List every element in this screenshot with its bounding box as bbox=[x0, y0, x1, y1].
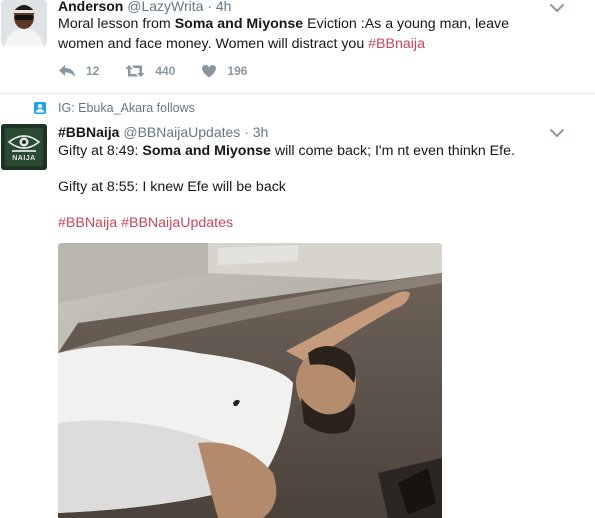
context-text[interactable]: IG: Ebuka_Akara follows bbox=[58, 101, 195, 115]
retweet-icon bbox=[125, 65, 145, 77]
tweet-hashtags: #BBNaija #BBNaijaUpdates bbox=[58, 213, 538, 233]
tweet-text: Moral lesson from Soma and Miyonse Evict… bbox=[58, 14, 528, 54]
tweet-text-part: Gifty at 8:49: bbox=[58, 143, 143, 159]
avatar[interactable]: NAIJA bbox=[1, 124, 47, 170]
reply-icon bbox=[59, 65, 75, 77]
chevron-down-icon[interactable] bbox=[549, 127, 565, 139]
follow-context: IG: Ebuka_Akara follows bbox=[34, 101, 195, 115]
hashtag-link[interactable]: #BBNaijaUpdates bbox=[121, 215, 233, 231]
tweet-text-part: will come back; I'm nt even thinkn Efe. bbox=[270, 143, 515, 159]
tweet-actions: 12 440 196 bbox=[58, 64, 273, 78]
like-count: 196 bbox=[227, 64, 248, 78]
reply-button[interactable]: 12 bbox=[58, 64, 99, 78]
retweet-count: 440 bbox=[155, 64, 176, 78]
timestamp[interactable]: 4h bbox=[216, 0, 232, 14]
tweet-header: Anderson @LazyWrita · 4h bbox=[58, 0, 231, 15]
tweet-text-bold: Soma and Miyonse bbox=[142, 143, 271, 159]
tweet-paragraph: Gifty at 8:49: Soma and Miyonse will com… bbox=[58, 141, 538, 161]
tweet-header: #BBNaija @BBNaijaUpdates · 3h bbox=[58, 123, 268, 141]
avatar-badge-text: NAIJA bbox=[12, 155, 36, 162]
reply-count: 12 bbox=[86, 64, 100, 78]
tweet-paragraph: Gifty at 8:55: I knew Efe will be back bbox=[58, 179, 286, 195]
heart-icon bbox=[202, 65, 217, 78]
retweet-button[interactable]: 440 bbox=[125, 64, 175, 78]
display-name[interactable]: Anderson bbox=[58, 0, 123, 14]
tweet-anderson[interactable]: Anderson @LazyWrita · 4h Moral lesson fr… bbox=[0, 0, 595, 94]
like-button[interactable]: 196 bbox=[201, 64, 247, 78]
user-handle[interactable]: @BBNaijaUpdates bbox=[123, 124, 240, 140]
tweet-text-part: Moral lesson from bbox=[58, 16, 175, 32]
tweet-photo[interactable] bbox=[58, 243, 442, 518]
hashtag-link[interactable]: #BBNaija bbox=[58, 215, 117, 231]
separator: · bbox=[244, 124, 249, 140]
follow-context-icon bbox=[34, 102, 46, 114]
separator: · bbox=[207, 0, 212, 14]
timestamp[interactable]: 3h bbox=[253, 124, 269, 140]
chevron-down-icon[interactable] bbox=[549, 2, 565, 14]
display-name[interactable]: #BBNaija bbox=[58, 124, 119, 140]
user-handle[interactable]: @LazyWrita bbox=[127, 0, 203, 14]
tweet-text-bold: Soma and Miyonse bbox=[174, 16, 304, 32]
tweet-text: Gifty at 8:49: Soma and Miyonse will com… bbox=[58, 141, 538, 233]
hashtag-link[interactable]: #BBnaija bbox=[368, 36, 425, 52]
avatar[interactable] bbox=[1, 0, 47, 46]
